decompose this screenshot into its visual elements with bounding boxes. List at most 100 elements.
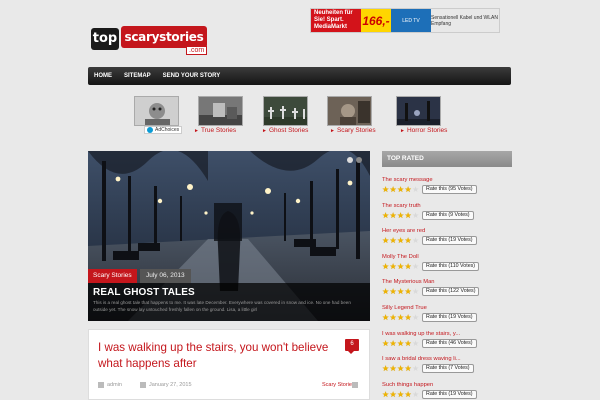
star-icon[interactable]: ★ bbox=[397, 211, 404, 219]
star-icon[interactable]: ★ bbox=[382, 288, 389, 296]
star-icon[interactable]: ★ bbox=[405, 314, 412, 322]
star-icon[interactable]: ★ bbox=[412, 262, 419, 270]
star-icon[interactable]: ★ bbox=[382, 390, 389, 398]
top-rated-title[interactable]: I saw a bridal dress waving li... bbox=[382, 356, 512, 362]
post-author[interactable]: admin bbox=[98, 382, 122, 388]
star-icon[interactable]: ★ bbox=[405, 262, 412, 270]
rating-row: ★ ★ ★ ★ ★ Rate this (7 Votes) bbox=[382, 364, 512, 374]
rate-this-button[interactable]: Rate this (110 Votes) bbox=[422, 261, 480, 271]
star-icon[interactable]: ★ bbox=[412, 339, 419, 347]
rating-row: ★ ★ ★ ★ ★ Rate this (9 Votes) bbox=[382, 210, 512, 220]
slider-title[interactable]: REAL GHOST TALES bbox=[93, 287, 365, 298]
star-icon[interactable]: ★ bbox=[412, 288, 419, 296]
star-icon[interactable]: ★ bbox=[405, 365, 412, 373]
rate-this-button[interactable]: Rate this (19 Votes) bbox=[422, 236, 477, 246]
site-logo[interactable]: top scarystories .com bbox=[91, 24, 211, 55]
rate-this-button[interactable]: Rate this (19 Votes) bbox=[422, 313, 477, 322]
ad-thumb-scary-stories[interactable] bbox=[263, 96, 308, 126]
banner-ad[interactable]: Neuheiten für Sie! Spart. MediaMarkt 166… bbox=[310, 8, 500, 33]
star-icon[interactable]: ★ bbox=[390, 288, 397, 296]
ad-link-label: True Stories bbox=[200, 127, 237, 134]
top-rated-title[interactable]: Silly Legend True bbox=[382, 305, 512, 311]
slider-dot-2[interactable] bbox=[356, 157, 362, 163]
star-icon[interactable]: ★ bbox=[397, 390, 404, 398]
star-icon[interactable]: ★ bbox=[382, 262, 389, 270]
star-icon[interactable]: ★ bbox=[397, 314, 404, 322]
star-icon[interactable]: ★ bbox=[412, 211, 419, 219]
star-icon[interactable]: ★ bbox=[390, 211, 397, 219]
top-rated-title[interactable]: Such things happen bbox=[382, 382, 512, 388]
star-icon[interactable]: ★ bbox=[412, 314, 419, 322]
star-icon[interactable]: ★ bbox=[382, 365, 389, 373]
nav-home[interactable]: Home bbox=[88, 73, 118, 79]
star-icon[interactable]: ★ bbox=[382, 211, 389, 219]
banner-store: Neuheiten für Sie! Spart. MediaMarkt bbox=[311, 9, 361, 32]
ad-thumb-extra[interactable] bbox=[396, 96, 441, 126]
star-icon[interactable]: ★ bbox=[397, 288, 404, 296]
star-icon[interactable]: ★ bbox=[390, 390, 397, 398]
rate-this-button[interactable]: Rate this (46 Votes) bbox=[422, 338, 477, 348]
featured-slider[interactable]: Scary Stories July 06, 2013 REAL GHOST T… bbox=[88, 151, 370, 321]
slider-category[interactable]: Scary Stories bbox=[88, 269, 137, 283]
top-rated-title[interactable]: Her eyes are red bbox=[382, 228, 512, 234]
top-rated-item: Silly Legend True ★ ★ ★ ★ ★ Rate this (19 Vote… bbox=[382, 305, 512, 322]
post-title[interactable]: I was walking up the stairs, you won't b… bbox=[98, 340, 336, 372]
top-rated-title[interactable]: The Mysterious Man bbox=[382, 279, 512, 285]
top-rated-title[interactable]: Molly The Doll bbox=[382, 254, 512, 260]
nav-send-story[interactable]: Send Your Story bbox=[157, 73, 227, 79]
adchoices-text: AdChoices bbox=[155, 127, 180, 133]
ad-thumb-ghost-stories[interactable] bbox=[198, 96, 243, 126]
star-icon[interactable]: ★ bbox=[397, 339, 404, 347]
star-icon[interactable]: ★ bbox=[390, 314, 397, 322]
comments-icon[interactable] bbox=[352, 382, 358, 390]
star-icon[interactable]: ★ bbox=[397, 365, 404, 373]
top-rated-item: The Mysterious Man ★ ★ ★ ★ ★ Rate this (122 Vo… bbox=[382, 279, 512, 297]
star-icon[interactable]: ★ bbox=[390, 262, 397, 270]
rate-this-button[interactable]: Rate this (7 Votes) bbox=[422, 364, 474, 374]
star-icon[interactable]: ★ bbox=[390, 237, 397, 245]
comment-count-badge[interactable]: 6 bbox=[345, 339, 359, 354]
star-icon[interactable]: ★ bbox=[412, 186, 419, 194]
top-rated-title[interactable]: I was walking up the stairs, y... bbox=[382, 331, 512, 337]
star-icon[interactable]: ★ bbox=[397, 237, 404, 245]
rate-this-button[interactable]: Rate this (95 Votes) bbox=[422, 185, 477, 194]
star-icon[interactable]: ★ bbox=[382, 314, 389, 322]
star-icon[interactable]: ★ bbox=[405, 211, 412, 219]
star-icon[interactable]: ★ bbox=[405, 339, 412, 347]
slider-dot-1[interactable] bbox=[347, 157, 353, 163]
rate-this-button[interactable]: Rate this (9 Votes) bbox=[422, 210, 474, 220]
top-rated-title[interactable]: The scary truth bbox=[382, 203, 512, 209]
post-meta: admin January 27, 2015 Scary Stories bbox=[98, 382, 362, 392]
top-rated-title[interactable]: The scary message bbox=[382, 177, 512, 183]
star-icon[interactable]: ★ bbox=[412, 237, 419, 245]
ad-links: AdChoices ► True Stories ► Ghost Stories ►… bbox=[130, 96, 460, 138]
star-icon[interactable]: ★ bbox=[382, 339, 389, 347]
adchoices-label[interactable]: AdChoices bbox=[144, 126, 183, 134]
user-icon bbox=[98, 382, 104, 388]
star-icon[interactable]: ★ bbox=[405, 237, 412, 245]
rate-this-button[interactable]: Rate this (122 Votes) bbox=[422, 287, 480, 297]
ad-link-horror-stories[interactable]: ► Horror Stories bbox=[400, 127, 447, 134]
ad-thumb-horror-stories[interactable] bbox=[327, 96, 372, 126]
star-icon[interactable]: ★ bbox=[405, 390, 412, 398]
rating-row: ★ ★ ★ ★ ★ Rate this (95 Votes) bbox=[382, 185, 512, 194]
star-icon[interactable]: ★ bbox=[382, 186, 389, 194]
ad-link-true-stories[interactable]: ► True Stories bbox=[194, 127, 236, 134]
star-icon[interactable]: ★ bbox=[390, 365, 397, 373]
star-icon[interactable]: ★ bbox=[412, 390, 419, 398]
star-icon[interactable]: ★ bbox=[390, 339, 397, 347]
star-icon[interactable]: ★ bbox=[397, 186, 404, 194]
comment-bubble-icon bbox=[352, 382, 358, 388]
star-icon[interactable]: ★ bbox=[405, 186, 412, 194]
star-icon[interactable]: ★ bbox=[397, 262, 404, 270]
ad-link-ghost-stories[interactable]: ► Ghost Stories bbox=[262, 127, 308, 134]
star-icon[interactable]: ★ bbox=[390, 186, 397, 194]
star-icon[interactable]: ★ bbox=[382, 237, 389, 245]
ad-link-scary-stories[interactable]: ► Scary Stories bbox=[330, 127, 376, 134]
star-icon[interactable]: ★ bbox=[412, 365, 419, 373]
ad-thumb-true-stories[interactable] bbox=[134, 96, 179, 126]
rate-this-button[interactable]: Rate this (19 Votes) bbox=[422, 389, 477, 399]
nav-sitemap[interactable]: Sitemap bbox=[118, 73, 157, 79]
star-icon[interactable]: ★ bbox=[405, 288, 412, 296]
post-category[interactable]: Scary Stories bbox=[322, 382, 355, 388]
